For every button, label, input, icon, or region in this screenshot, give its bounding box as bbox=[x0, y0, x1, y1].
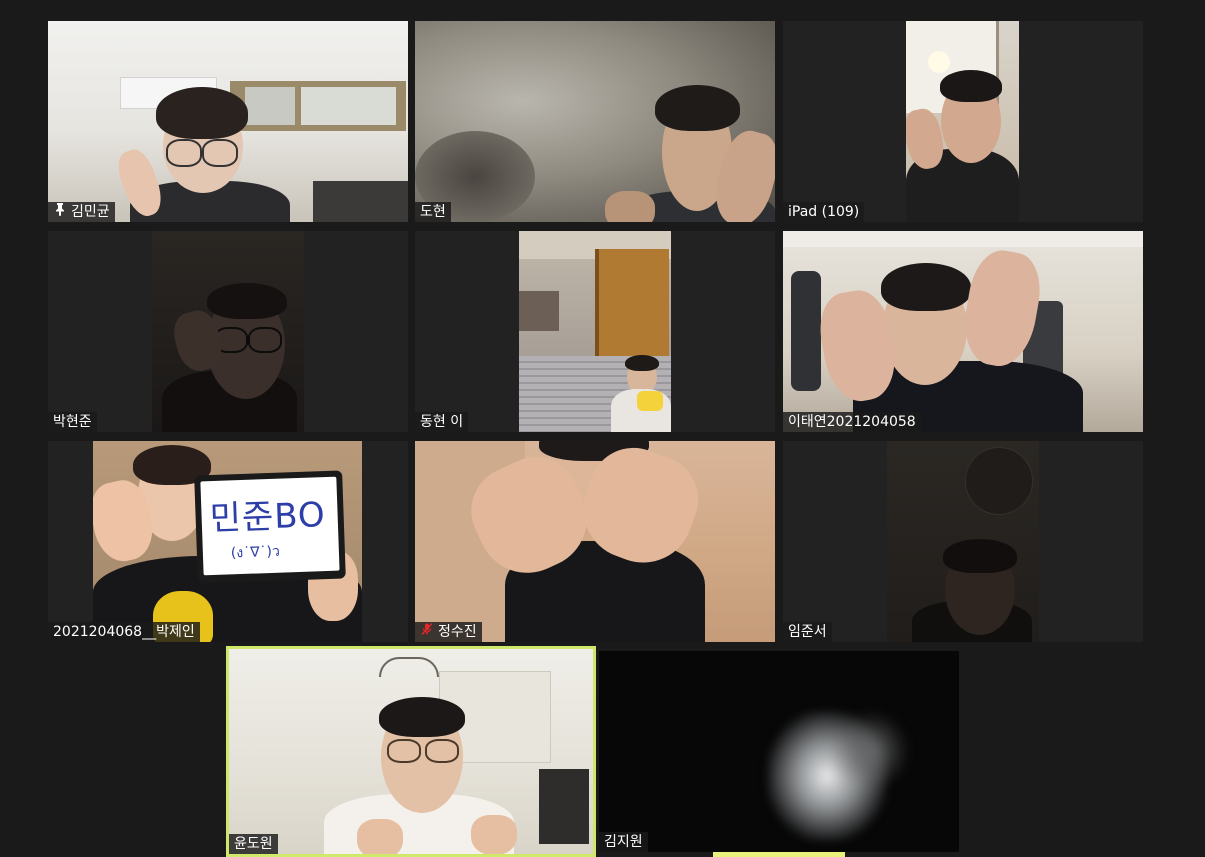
video-tile[interactable]: 도현 bbox=[415, 21, 775, 222]
participant-name: 정수진 bbox=[438, 624, 477, 640]
participant-name-tag: 임준서 bbox=[783, 622, 832, 642]
participant-name: 도현 bbox=[420, 204, 446, 220]
participant-name-tag: 2021204068__박제인 bbox=[48, 622, 200, 642]
tablet-sign: 민준BO (ง˙∇˙)ว bbox=[194, 470, 346, 584]
participant-name: 임준서 bbox=[788, 624, 827, 640]
video-tile[interactable]: iPad (109) bbox=[783, 21, 1143, 222]
participant-name-tag: iPad (109) bbox=[783, 202, 865, 222]
video-feed bbox=[415, 441, 775, 642]
participant-name: 이태연2021204058 bbox=[788, 414, 916, 430]
video-tile[interactable]: 민준BO (ง˙∇˙)ว 2021204068__박제인 bbox=[48, 441, 408, 642]
video-tile[interactable]: 김민균 bbox=[48, 21, 408, 222]
gallery-view: 김민균 도현 iPad (109) 박현준 동현 이 이태연2021204058… bbox=[0, 0, 1205, 857]
pin-icon bbox=[53, 202, 67, 222]
participant-name-tag: 김민균 bbox=[48, 202, 115, 222]
participant-name: 동현 이 bbox=[420, 414, 464, 430]
participant-name-tag: 정수진 bbox=[415, 622, 482, 642]
video-feed: 민준BO (ง˙∇˙)ว bbox=[93, 441, 362, 642]
participant-name: 윤도원 bbox=[234, 836, 273, 852]
participant-name-tag: 이태연2021204058 bbox=[783, 412, 921, 432]
video-feed bbox=[887, 441, 1039, 642]
tablet-sign-doodle: (ง˙∇˙)ว bbox=[230, 543, 281, 562]
video-tile[interactable]: 김지원 bbox=[599, 651, 959, 852]
participant-name-tag: 도현 bbox=[415, 202, 451, 222]
video-tile[interactable]: 이태연2021204058 bbox=[783, 231, 1143, 432]
participant-name: 김민균 bbox=[71, 204, 110, 220]
video-tile[interactable]: 임준서 bbox=[783, 441, 1143, 642]
video-feed bbox=[599, 651, 959, 852]
participant-name-tag: 김지원 bbox=[599, 832, 648, 852]
video-tile[interactable]: 정수진 bbox=[415, 441, 775, 642]
participant-name-tag: 윤도원 bbox=[229, 834, 278, 854]
video-feed bbox=[48, 21, 408, 222]
participant-name-tag: 박현준 bbox=[48, 412, 97, 432]
video-feed bbox=[152, 231, 304, 432]
video-feed bbox=[415, 21, 775, 222]
participant-name: 2021204068__박제인 bbox=[53, 624, 195, 640]
video-tile[interactable]: 박현준 bbox=[48, 231, 408, 432]
video-feed bbox=[783, 231, 1143, 432]
tablet-sign-text: 민준BO bbox=[208, 495, 327, 540]
participant-name: iPad (109) bbox=[788, 204, 860, 220]
participant-name: 김지원 bbox=[604, 834, 643, 850]
video-feed bbox=[519, 231, 671, 432]
participant-name: 박현준 bbox=[53, 414, 92, 430]
muted-microphone-icon bbox=[420, 622, 434, 642]
video-feed bbox=[229, 649, 593, 854]
video-feed bbox=[906, 21, 1019, 222]
scroll-indicator bbox=[713, 852, 845, 857]
video-tile-active-speaker[interactable]: 윤도원 bbox=[226, 646, 596, 857]
participant-name-tag: 동현 이 bbox=[415, 412, 469, 432]
video-tile[interactable]: 동현 이 bbox=[415, 231, 775, 432]
